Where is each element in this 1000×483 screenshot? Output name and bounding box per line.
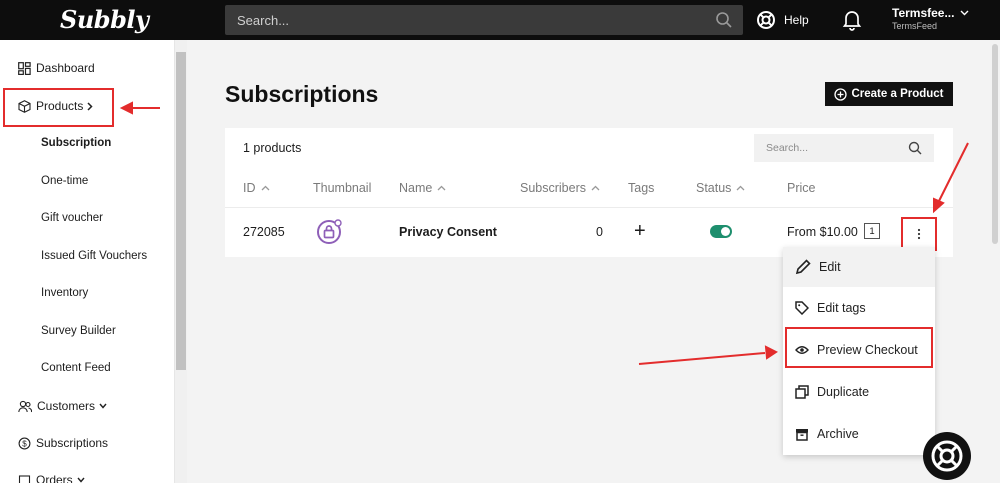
help-button[interactable]: Help: [756, 9, 809, 31]
column-header-name[interactable]: Name: [399, 181, 446, 195]
sidebar-subitem-issued-gift-vouchers[interactable]: Issued Gift Vouchers: [41, 250, 147, 262]
subscriber-count: 0: [596, 225, 603, 239]
help-label: Help: [784, 13, 809, 27]
tag-icon: [795, 301, 809, 315]
row-actions-menu-button[interactable]: [901, 217, 937, 251]
svg-text:$: $: [22, 439, 27, 448]
table-divider: [225, 207, 953, 208]
bell-icon[interactable]: [842, 9, 862, 36]
global-search[interactable]: [225, 5, 743, 35]
sidebar-subitem-subscription[interactable]: Subscription: [41, 137, 111, 149]
sidebar-subitem-content-feed[interactable]: Content Feed: [41, 362, 111, 374]
sidebar-item-label: Orders: [36, 473, 73, 483]
product-price: From $10.00: [787, 225, 858, 239]
sort-up-icon: [591, 185, 600, 191]
sidebar-scrollbar-thumb[interactable]: [176, 52, 186, 370]
sidebar-item-customers[interactable]: Customers: [18, 396, 112, 416]
users-icon: [18, 400, 32, 412]
subbly-logo[interactable]: Subbly: [60, 5, 149, 34]
menu-item-edit[interactable]: Edit: [783, 247, 935, 287]
lifebuoy-icon: [757, 11, 775, 29]
sidebar-item-orders[interactable]: Orders: [18, 470, 90, 483]
search-icon[interactable]: [715, 11, 733, 34]
menu-item-archive[interactable]: Archive: [783, 414, 935, 454]
sidebar-item-dashboard[interactable]: Dashboard: [18, 58, 95, 78]
create-product-button[interactable]: Create a Product: [825, 82, 953, 106]
pencil-icon: [795, 259, 811, 275]
add-tag-button[interactable]: +: [634, 220, 646, 243]
products-count: 1 products: [243, 141, 302, 155]
column-header-subscribers[interactable]: Subscribers: [520, 181, 600, 195]
annotation-box-products: [3, 88, 114, 127]
price-count-badge: 1: [864, 223, 880, 239]
status-toggle[interactable]: [710, 225, 732, 243]
sidebar-item-label: Customers: [37, 399, 96, 413]
page-scrollbar-thumb[interactable]: [992, 44, 998, 244]
sidebar-subitem-survey-builder[interactable]: Survey Builder: [41, 325, 116, 337]
help-chat-button[interactable]: [923, 432, 971, 480]
account-menu[interactable]: Termsfee... TermsFeed: [892, 6, 969, 31]
sidebar-item-label: Dashboard: [36, 61, 95, 75]
lock-thumbnail-icon: [316, 218, 344, 251]
chevron-down-icon: [960, 10, 969, 16]
duplicate-icon: [795, 385, 809, 399]
chevron-down-icon: [77, 477, 85, 483]
search-icon[interactable]: [908, 141, 922, 160]
column-header-id[interactable]: ID: [243, 181, 270, 195]
arrow-to-preview-checkout: [638, 352, 766, 365]
account-org: TermsFeed: [892, 21, 938, 31]
top-bar: Subbly Help Termsfee... TermsFeed: [0, 0, 1000, 40]
sort-up-icon: [437, 185, 446, 191]
kebab-menu-icon: [917, 228, 921, 240]
create-product-label: Create a Product: [851, 88, 944, 100]
product-name-link[interactable]: Privacy Consent: [399, 225, 497, 239]
column-header-price: Price: [787, 181, 816, 195]
page-title: Subscriptions: [225, 81, 379, 107]
table-search-input[interactable]: [754, 134, 904, 162]
archive-icon: [796, 428, 808, 441]
sidebar-item-label: Subscriptions: [36, 436, 109, 450]
sidebar-subitem-gift-voucher[interactable]: Gift voucher: [41, 212, 103, 224]
lifebuoy-icon: [931, 440, 963, 472]
annotation-box-preview-checkout: [785, 327, 933, 368]
account-name: Termsfee...: [892, 6, 955, 20]
chevron-down-icon: [99, 403, 107, 409]
column-header-status[interactable]: Status: [696, 181, 745, 195]
sidebar-item-subscriptions[interactable]: $ Subscriptions: [18, 433, 108, 453]
orders-icon: [18, 474, 31, 483]
menu-item-duplicate[interactable]: Duplicate: [783, 372, 935, 412]
menu-item-edit-tags[interactable]: Edit tags: [783, 288, 935, 328]
sort-up-icon: [261, 185, 269, 191]
dashboard-icon: [18, 61, 31, 75]
sidebar-subitem-one-time[interactable]: One-time: [41, 175, 88, 187]
global-search-input[interactable]: [225, 5, 705, 35]
sort-up-icon: [736, 185, 745, 191]
sidebar-subitem-inventory[interactable]: Inventory: [41, 287, 88, 299]
column-header-thumbnail: Thumbnail: [313, 181, 372, 195]
subscriptions-icon: $: [18, 437, 31, 449]
column-header-tags: Tags: [628, 181, 655, 195]
product-id: 272085: [243, 225, 285, 239]
plus-circle-icon: [834, 87, 848, 101]
table-search[interactable]: [754, 134, 934, 162]
